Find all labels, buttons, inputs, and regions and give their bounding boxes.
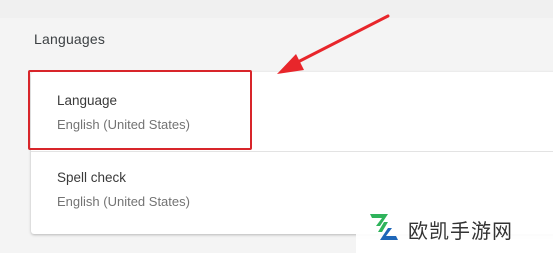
section-title: Languages — [34, 31, 106, 47]
okay-logo-icon — [370, 214, 398, 240]
top-strip — [0, 0, 553, 18]
watermark: 欧凯手游网 — [356, 200, 553, 253]
spell-check-label: Spell check — [57, 170, 127, 185]
settings-page: Languages Language English (United State… — [0, 0, 553, 253]
spell-check-value: English (United States) — [57, 194, 190, 209]
language-row[interactable]: Language English (United States) — [31, 72, 553, 150]
language-label: Language — [57, 93, 118, 108]
watermark-text: 欧凯手游网 — [408, 219, 513, 243]
language-value: English (United States) — [57, 117, 190, 132]
